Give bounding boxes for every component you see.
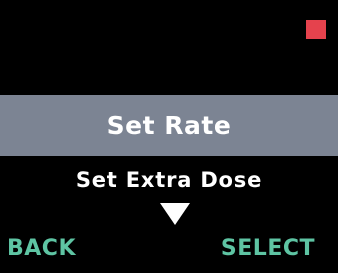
menu-item-set-rate[interactable]: Set Rate <box>0 95 338 156</box>
menu-item-set-extra-dose[interactable]: Set Extra Dose <box>0 162 338 198</box>
triangle-down-shape <box>160 203 190 225</box>
back-button[interactable]: BACK <box>7 232 117 266</box>
status-indicator-square <box>306 20 326 39</box>
scroll-down-icon[interactable] <box>160 203 190 225</box>
select-button[interactable]: SELECT <box>195 232 315 266</box>
device-screen: Set Rate Set Extra Dose BACK SELECT <box>0 0 338 273</box>
status-indicator-icon <box>306 20 326 39</box>
